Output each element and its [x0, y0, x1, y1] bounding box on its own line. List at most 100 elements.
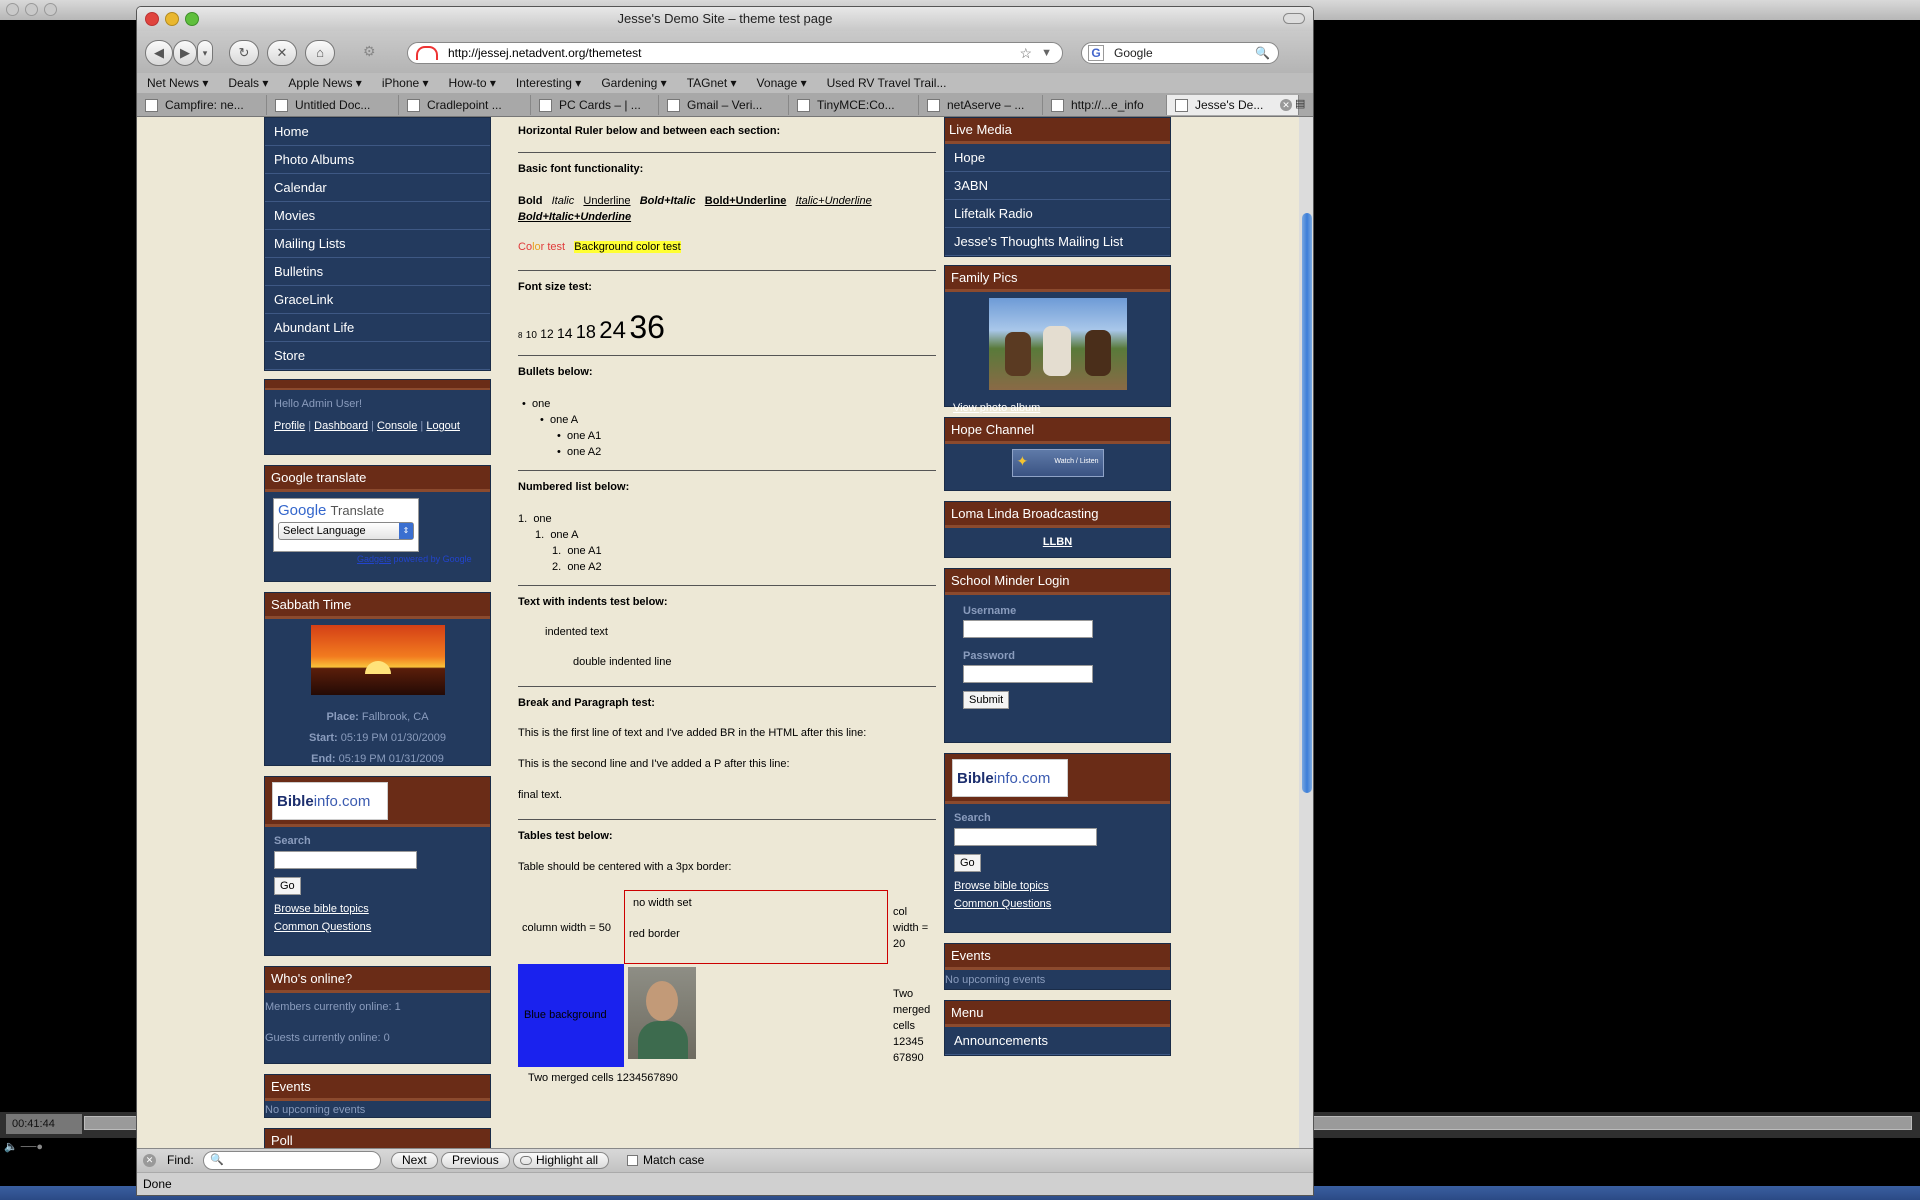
- find-next-button[interactable]: Next: [391, 1152, 438, 1169]
- red-border-cell: no width set red border: [624, 890, 888, 964]
- table-cell: col width = 20: [893, 906, 929, 950]
- profile-link[interactable]: Profile: [274, 420, 305, 432]
- main-content: Horizontal Ruler below and between each …: [518, 117, 936, 1090]
- live-media-item[interactable]: Jesse's Thoughts Mailing List: [945, 228, 1170, 256]
- gadgets-link[interactable]: Gadgets: [357, 554, 391, 564]
- go-button[interactable]: Go: [954, 854, 981, 872]
- bookmark-folder[interactable]: Used RV Travel Trail...: [817, 73, 957, 93]
- tab-favicon-icon: [667, 99, 680, 112]
- minimize-window-icon[interactable]: [165, 12, 179, 26]
- url-field[interactable]: http://jessej.netadvent.org/themetest ☆ …: [407, 42, 1063, 64]
- highlight-all-button[interactable]: Highlight all: [513, 1152, 610, 1169]
- close-window-icon[interactable]: [145, 12, 159, 26]
- bookmark-folder[interactable]: Vonage ▾: [747, 73, 817, 93]
- go-button[interactable]: Go: [274, 877, 301, 895]
- tab-favicon-icon: [407, 99, 420, 112]
- bookmark-star-icon[interactable]: ☆: [1019, 43, 1032, 63]
- numbered-heading: Numbered list below:: [518, 481, 630, 493]
- close-tab-icon[interactable]: ✕: [1280, 99, 1292, 111]
- bookmark-folder[interactable]: Interesting ▾: [506, 73, 591, 93]
- dashboard-link[interactable]: Dashboard: [314, 420, 368, 432]
- bookmark-folder[interactable]: TAGnet ▾: [677, 73, 747, 93]
- members-online-text: Members currently online: 1: [265, 1001, 401, 1013]
- browser-tab[interactable]: TinyMCE:Co...: [789, 95, 919, 115]
- bookmark-folder[interactable]: Apple News ▾: [278, 73, 371, 93]
- live-media-item[interactable]: Lifetalk Radio: [945, 200, 1170, 228]
- browser-tab[interactable]: Campfire: ne...: [137, 95, 267, 115]
- username-field[interactable]: [963, 620, 1093, 638]
- menu-block: Menu Announcements: [944, 1000, 1171, 1056]
- back-button[interactable]: ◀: [145, 40, 173, 66]
- nav-item-calendar[interactable]: Calendar: [265, 174, 490, 202]
- console-link[interactable]: Console: [377, 420, 417, 432]
- tab-label: PC Cards – | ...: [559, 98, 641, 112]
- stop-button[interactable]: ✕: [267, 40, 297, 66]
- reload-button[interactable]: ↻: [229, 40, 259, 66]
- find-previous-button[interactable]: Previous: [441, 1152, 510, 1169]
- submit-button[interactable]: Submit: [963, 691, 1010, 709]
- zoom-window-icon[interactable]: [185, 12, 199, 26]
- background-color-test: Background color test: [574, 241, 681, 253]
- browse-topics-link[interactable]: Browse bible topics: [274, 903, 369, 915]
- browser-tab[interactable]: PC Cards – | ...: [531, 95, 659, 115]
- bg-close-icon: [6, 3, 19, 16]
- common-questions-link[interactable]: Common Questions: [954, 898, 1051, 910]
- language-select[interactable]: Select Language ⇕: [278, 522, 414, 540]
- bookmark-folder[interactable]: Deals ▾: [218, 73, 278, 93]
- live-media-item[interactable]: Hope: [945, 144, 1170, 172]
- forward-button[interactable]: ▶: [173, 40, 197, 66]
- browser-tab[interactable]: http://...e_info: [1043, 95, 1167, 115]
- match-case-checkbox[interactable]: [627, 1155, 638, 1166]
- history-dropdown-button[interactable]: ▾: [197, 40, 213, 66]
- user-links: Profile | Dashboard | Console | Logout: [274, 420, 460, 432]
- horizontal-rule: [518, 355, 936, 356]
- url-dropdown-icon[interactable]: ▼: [1041, 43, 1052, 63]
- view-photo-album-link[interactable]: View photo album: [953, 402, 1040, 414]
- bookmark-folder[interactable]: Gardening ▾: [591, 73, 676, 93]
- nav-item-bulletins[interactable]: Bulletins: [265, 258, 490, 286]
- bookmark-folder[interactable]: How-to ▾: [439, 73, 506, 93]
- search-field[interactable]: G Google 🔍: [1081, 42, 1279, 64]
- llbn-link[interactable]: LLBN: [1043, 536, 1072, 548]
- nav-item-photo-albums[interactable]: Photo Albums: [265, 146, 490, 174]
- home-button[interactable]: ⌂: [305, 40, 335, 66]
- nav-item-mailing-lists[interactable]: Mailing Lists: [265, 230, 490, 258]
- browser-window: Jesse's Demo Site – theme test page ◀ ▶ …: [136, 6, 1314, 1196]
- bible-search-input[interactable]: [954, 828, 1097, 846]
- scrollbar-thumb[interactable]: [1302, 213, 1312, 793]
- bookmark-folder[interactable]: Net News ▾: [137, 73, 218, 93]
- menu-item[interactable]: Announcements: [945, 1027, 1170, 1055]
- bible-search-input[interactable]: [274, 851, 417, 869]
- live-media-item[interactable]: 3ABN: [945, 172, 1170, 200]
- block-title: Poll: [265, 1129, 490, 1148]
- find-input[interactable]: 🔍: [203, 1151, 381, 1170]
- browser-tab[interactable]: netAserve – ...: [919, 95, 1043, 115]
- family-pics-block: Family Pics View photo album: [944, 265, 1171, 414]
- tab-list-icon[interactable]: ▤: [1295, 97, 1311, 111]
- nav-item-abundant-life[interactable]: Abundant Life: [265, 314, 490, 342]
- live-media-block: Live Media Hope 3ABN Lifetalk Radio Jesse's…: [944, 117, 1171, 257]
- nav-item-store[interactable]: Store: [265, 342, 490, 370]
- bookmarks-toolbar: Net News ▾ Deals ▾ Apple News ▾ iPhone ▾ How…: [137, 73, 1313, 93]
- search-icon[interactable]: 🔍: [1255, 43, 1270, 63]
- password-field[interactable]: [963, 665, 1093, 683]
- toolbar-toggle-icon[interactable]: [1283, 13, 1305, 24]
- nav-item-home[interactable]: Home: [265, 118, 490, 146]
- browse-topics-link[interactable]: Browse bible topics: [954, 880, 1049, 892]
- browser-tab[interactable]: Jesse's De... ✕: [1167, 95, 1299, 115]
- google-engine-icon[interactable]: G: [1088, 45, 1104, 61]
- nav-item-gracelink[interactable]: GraceLink: [265, 286, 490, 314]
- vertical-scrollbar[interactable]: [1299, 117, 1313, 1148]
- logout-link[interactable]: Logout: [426, 420, 460, 432]
- gear-icon[interactable]: ⚙: [363, 43, 376, 60]
- tab-favicon-icon: [797, 99, 810, 112]
- nav-item-movies[interactable]: Movies: [265, 202, 490, 230]
- hope-watch-listen-button[interactable]: ✦ Watch / Listen: [1011, 449, 1104, 477]
- common-questions-link[interactable]: Common Questions: [274, 921, 371, 933]
- close-find-icon[interactable]: ✕: [143, 1154, 156, 1167]
- browser-tab[interactable]: Untitled Doc...: [267, 95, 399, 115]
- browser-tab[interactable]: Gmail – Veri...: [659, 95, 789, 115]
- browser-tab[interactable]: Cradlepoint ...: [399, 95, 531, 115]
- volume-slider[interactable]: 🔈 ──●: [4, 1140, 124, 1154]
- bookmark-folder[interactable]: iPhone ▾: [372, 73, 439, 93]
